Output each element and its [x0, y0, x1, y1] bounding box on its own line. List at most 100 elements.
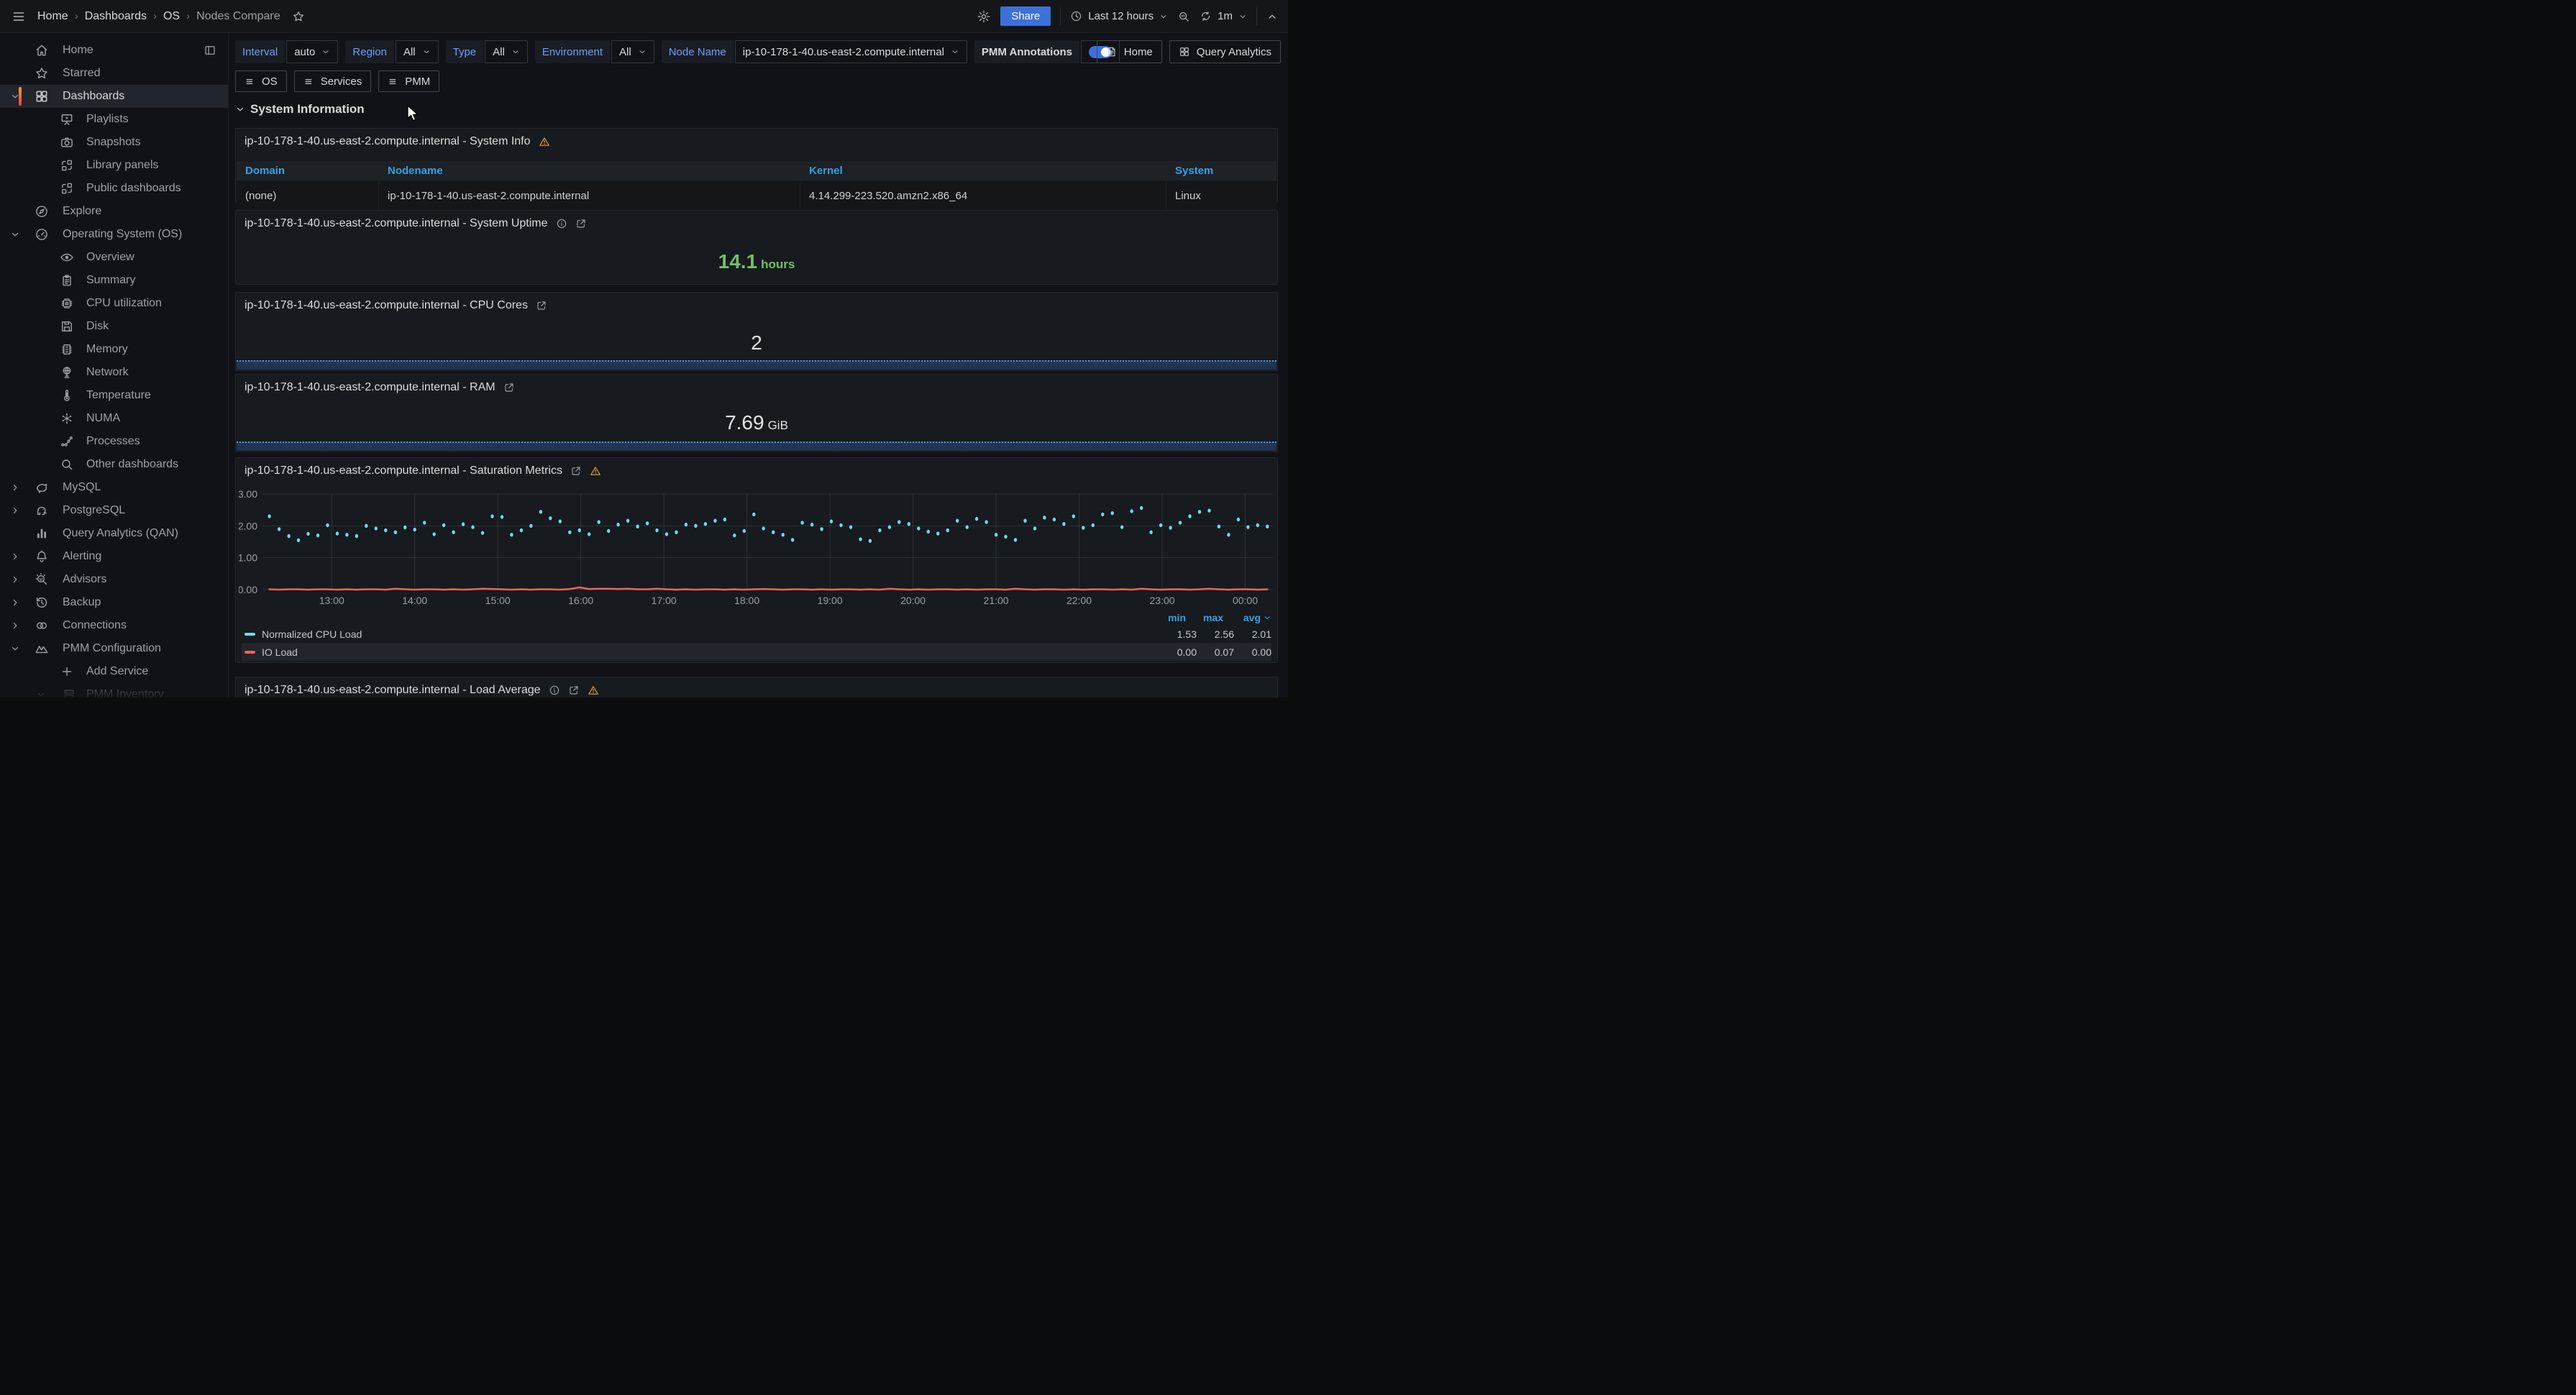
sidebar-item-disk[interactable]: Disk — [0, 315, 228, 338]
sidebar-item-postgresql[interactable]: PostgreSQL — [0, 499, 228, 522]
table-column-header[interactable]: Nodename — [379, 161, 800, 180]
external-link-icon[interactable] — [570, 465, 582, 477]
chevron-right-icon[interactable] — [10, 598, 20, 608]
sidebar-item-explore[interactable]: Explore — [0, 200, 228, 223]
sidebar-item-pmm-inventory[interactable]: PMM Inventory — [0, 683, 228, 698]
refresh-picker[interactable]: 1m — [1200, 10, 1247, 22]
sidebar-item-alerting[interactable]: Alerting — [0, 545, 228, 568]
sidebar-item-library-panels[interactable]: Library panels — [0, 154, 228, 177]
dock-sidebar-icon[interactable] — [204, 44, 216, 57]
sidebar-item-numa[interactable]: NUMA — [0, 407, 228, 430]
section-system-information[interactable]: System Information — [235, 102, 365, 116]
elephant-icon — [35, 503, 49, 518]
external-link-icon[interactable] — [575, 218, 587, 229]
share-button[interactable]: Share — [1000, 6, 1051, 26]
sidebar-item-public-dashboards[interactable]: Public dashboards — [0, 177, 228, 200]
legend-sort-min[interactable]: min — [1148, 612, 1186, 623]
sidebar-item-starred[interactable]: Starred — [0, 62, 228, 85]
sidebar-item-network[interactable]: Network — [0, 361, 228, 384]
sidebar-item-mysql[interactable]: MySQL — [0, 476, 228, 499]
legend-row-io-load[interactable]: IO Load0.000.070.00 — [242, 643, 1271, 661]
panel-title[interactable]: ip-10-178-1-40.us-east-2.compute.interna… — [245, 684, 541, 697]
history-icon — [35, 595, 49, 610]
legend-row-normalized-cpu-load[interactable]: Normalized CPU Load1.532.562.01 — [242, 625, 1271, 643]
table-column-header[interactable]: Domain — [237, 161, 379, 180]
query-analytics-link-button[interactable]: Query Analytics — [1169, 40, 1281, 63]
sidebar-item-query-analytics-qan[interactable]: Query Analytics (QAN) — [0, 522, 228, 545]
panel-title[interactable]: ip-10-178-1-40.us-east-2.compute.interna… — [245, 135, 531, 148]
chevron-down-icon[interactable] — [10, 91, 20, 101]
sidebar-item-other-dashboards[interactable]: Other dashboards — [0, 453, 228, 476]
chevron-down-icon — [638, 47, 647, 56]
info-circle-icon[interactable] — [549, 685, 560, 696]
sidebar-item-snapshots[interactable]: Snapshots — [0, 131, 228, 154]
panel-title[interactable]: ip-10-178-1-40.us-east-2.compute.interna… — [245, 381, 495, 394]
table-column-header[interactable]: System — [1166, 161, 1276, 180]
sidebar-item-backup[interactable]: Backup — [0, 591, 228, 614]
favorite-star-icon[interactable] — [292, 10, 305, 23]
cpu-cores-sparkline — [237, 360, 1276, 370]
chevron-right-icon[interactable] — [10, 575, 20, 585]
sidebar-item-advisors[interactable]: Advisors — [0, 568, 228, 591]
chevron-down-icon[interactable] — [36, 690, 46, 698]
view-button-os[interactable]: OS — [235, 70, 287, 92]
sidebar-item-memory[interactable]: Memory — [0, 338, 228, 361]
sidebar-item-label: MySQL — [63, 481, 101, 494]
breadcrumb-item[interactable]: Home — [37, 10, 68, 23]
hamburger-menu-icon[interactable] — [12, 9, 26, 24]
sidebar-item-label: Operating System (OS) — [63, 228, 182, 241]
sidebar-item-pmm-configuration[interactable]: PMM Configuration — [0, 637, 228, 660]
sidebar-item-add-service[interactable]: Add Service — [0, 660, 228, 683]
node-name-select[interactable]: ip-10-178-1-40.us-east-2.compute.interna… — [735, 40, 967, 63]
chevron-right-icon[interactable] — [10, 621, 20, 631]
chevron-right-icon[interactable] — [10, 506, 20, 516]
type-select[interactable]: All — [485, 40, 528, 63]
sidebar-item-connections[interactable]: Connections — [0, 614, 228, 637]
chevron-down-icon[interactable] — [1263, 613, 1271, 622]
legend-sort-avg[interactable]: avg — [1223, 612, 1261, 623]
view-button-services[interactable]: Services — [294, 70, 372, 92]
view-button-pmm[interactable]: PMM — [378, 70, 439, 92]
dashboard-settings-gear-icon[interactable] — [977, 9, 991, 24]
sidebar-item-operating-system-os[interactable]: Operating System (OS) — [0, 223, 228, 246]
external-link-icon[interactable] — [536, 300, 547, 311]
region-select[interactable]: All — [396, 40, 439, 63]
warning-triangle-icon[interactable] — [539, 136, 550, 147]
chevron-right-icon[interactable] — [10, 552, 20, 562]
external-link-icon[interactable] — [568, 685, 580, 696]
warning-triangle-icon[interactable] — [590, 465, 601, 477]
breadcrumb-item[interactable]: Dashboards — [85, 10, 147, 23]
panel-title[interactable]: ip-10-178-1-40.us-east-2.compute.interna… — [245, 465, 562, 477]
info-circle-icon[interactable] — [556, 218, 567, 229]
sidebar-item-dashboards[interactable]: Dashboards — [0, 85, 228, 108]
collapse-toolbar-caret-icon[interactable] — [1266, 11, 1278, 22]
series-name[interactable]: Normalized CPU Load — [262, 628, 362, 640]
chevron-down-icon[interactable] — [10, 229, 20, 239]
table-column-header[interactable]: Kernel — [800, 161, 1166, 180]
sidebar-item-processes[interactable]: Processes — [0, 430, 228, 453]
chevron-down-icon[interactable] — [10, 644, 20, 654]
chevron-right-icon[interactable] — [10, 482, 20, 493]
saturation-chart-plot[interactable]: 13:0014:0015:0016:0017:0018:0019:0020:00… — [239, 487, 1276, 610]
warning-triangle-icon[interactable] — [588, 685, 599, 696]
breadcrumb-item[interactable]: OS — [163, 10, 180, 23]
sidebar-item-temperature[interactable]: Temperature — [0, 384, 228, 407]
type-label: Type — [446, 40, 484, 63]
panel-title[interactable]: ip-10-178-1-40.us-east-2.compute.interna… — [245, 217, 548, 230]
series-name[interactable]: IO Load — [262, 646, 298, 658]
zoom-out-icon[interactable] — [1177, 10, 1190, 23]
legend-sort-max[interactable]: max — [1186, 612, 1223, 623]
sidebar-item-home[interactable]: Home — [0, 39, 228, 62]
time-range-picker[interactable]: Last 12 hours — [1070, 10, 1168, 22]
sidebar-item-playlists[interactable]: Playlists — [0, 108, 228, 131]
external-link-icon[interactable] — [503, 382, 515, 393]
home-link-button[interactable]: Home — [1097, 40, 1162, 63]
sidebar-item-overview[interactable]: Overview — [0, 246, 228, 269]
environment-select[interactable]: All — [611, 40, 654, 63]
divider — [1060, 7, 1061, 26]
panel-title[interactable]: ip-10-178-1-40.us-east-2.compute.interna… — [245, 299, 528, 312]
sidebar-item-summary[interactable]: Summary — [0, 269, 228, 292]
cpu-cores-stat: 2 — [236, 331, 1277, 355]
interval-select[interactable]: auto — [286, 40, 338, 63]
sidebar-item-cpu-utilization[interactable]: CPU utilization — [0, 292, 228, 315]
